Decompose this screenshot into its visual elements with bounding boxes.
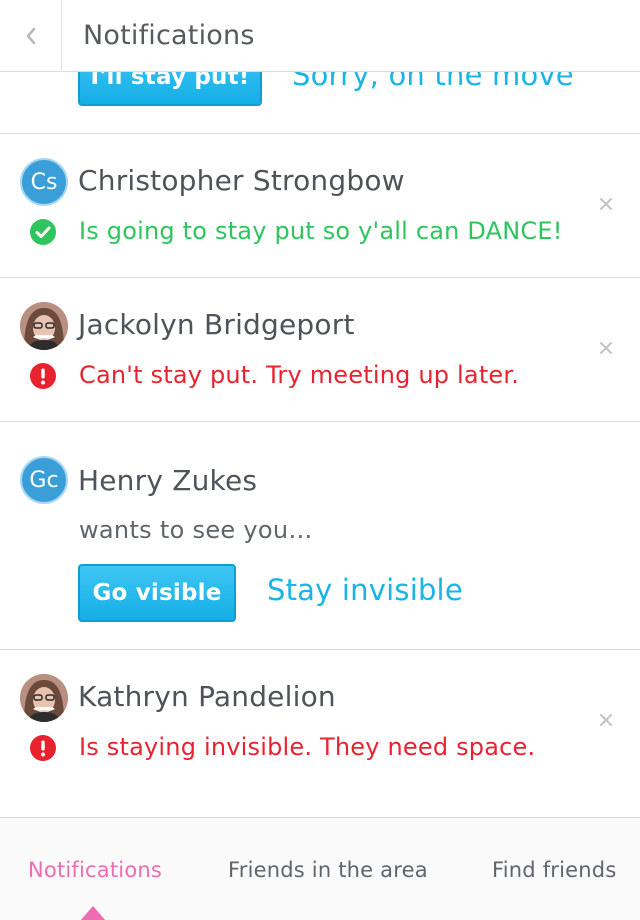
bottom-tab-bar: Notifications Friends in the area Find f… <box>0 817 640 920</box>
status-text: Can't stay put. Try meeting up later. <box>79 361 520 389</box>
stay-invisible-link[interactable]: Stay invisible <box>267 573 463 607</box>
tab-find-friends[interactable]: Find friends <box>492 858 616 882</box>
profile-photo-icon <box>20 302 68 350</box>
notification-item: Gc Henry Zukes wants to see you… Go visi… <box>0 422 640 650</box>
contact-name: Christopher Strongbow <box>78 164 405 197</box>
tab-notifications[interactable]: Notifications <box>28 858 162 882</box>
active-tab-indicator <box>80 906 106 920</box>
header-bar: Notifications <box>0 0 640 72</box>
close-icon[interactable] <box>598 712 614 728</box>
status-text: Is staying invisible. They need space. <box>79 733 536 761</box>
avatar <box>20 302 68 350</box>
status-text: Is going to stay put so y'all can DANCE! <box>79 217 563 245</box>
notification-item: Kathryn Pandelion Is staying invisible. … <box>0 650 640 794</box>
close-icon[interactable] <box>598 340 614 356</box>
avatar <box>20 674 68 722</box>
page-title: Notifications <box>83 20 255 51</box>
request-message: wants to see you… <box>79 516 313 544</box>
notification-item: Jackolyn Bridgeport Can't stay put. Try … <box>0 278 640 422</box>
notification-item: Cs Christopher Strongbow Is going to sta… <box>0 134 640 278</box>
check-circle-icon <box>30 219 56 245</box>
app: I'll stay put! Sorry, on the move Cs Chr… <box>0 0 640 920</box>
contact-name: Henry Zukes <box>78 464 258 497</box>
exclamation-circle-icon <box>30 363 56 389</box>
contact-name: Jackolyn Bridgeport <box>78 308 355 341</box>
contact-name: Kathryn Pandelion <box>78 680 336 713</box>
chevron-left-icon <box>26 27 35 44</box>
avatar: Cs <box>20 158 68 206</box>
avatar: Gc <box>20 456 68 504</box>
profile-photo-icon <box>20 674 68 722</box>
tab-friends-in-the-area[interactable]: Friends in the area <box>228 858 428 882</box>
back-button[interactable] <box>0 0 62 72</box>
notification-feed[interactable]: I'll stay put! Sorry, on the move Cs Chr… <box>0 0 640 817</box>
close-icon[interactable] <box>598 196 614 212</box>
exclamation-circle-icon <box>30 735 56 761</box>
go-visible-button[interactable]: Go visible <box>78 564 236 622</box>
